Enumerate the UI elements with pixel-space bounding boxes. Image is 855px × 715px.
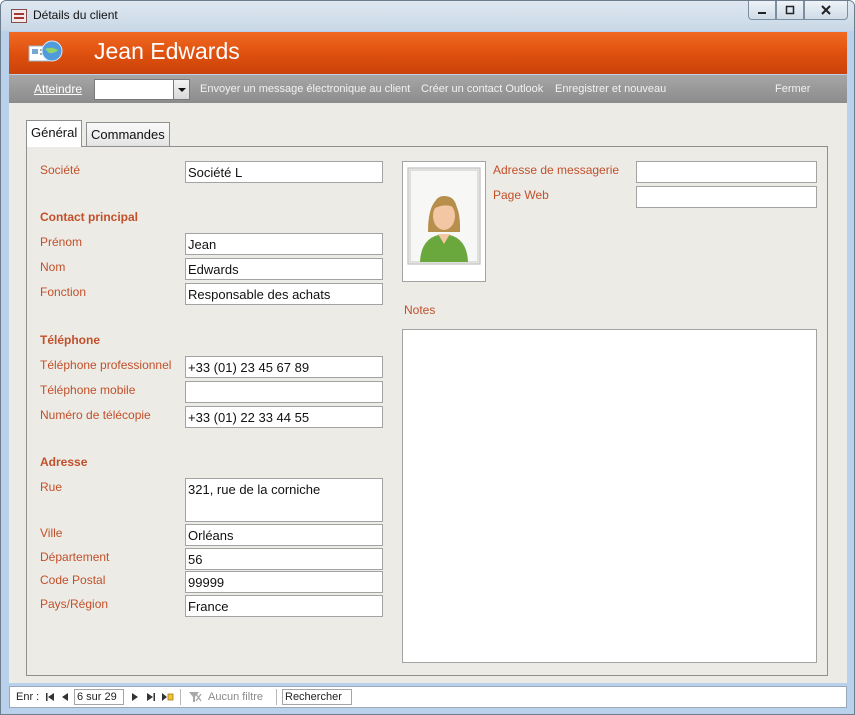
- mobile-phone-field[interactable]: [185, 381, 383, 403]
- create-outlook-contact-link[interactable]: Créer un contact Outlook: [421, 83, 543, 95]
- minimize-icon: [758, 12, 766, 14]
- department-label: Département: [40, 550, 110, 564]
- zip-code-label: Code Postal: [40, 573, 106, 587]
- general-panel: Société Société L Contact principal Prén…: [26, 146, 828, 676]
- tab-general[interactable]: Général: [26, 120, 83, 147]
- work-phone-label: Téléphone professionnel: [40, 358, 172, 372]
- maximize-button[interactable]: [776, 1, 804, 20]
- work-phone-field[interactable]: +33 (01) 23 45 67 89: [185, 356, 383, 378]
- filter-icon: [189, 692, 202, 702]
- customer-details-window: Détails du client Jean Edwards Atteindre: [0, 0, 855, 715]
- customer-name-title: Jean Edwards: [94, 38, 240, 64]
- record-label: Enr :: [16, 691, 40, 703]
- street-field[interactable]: 321, rue de la corniche: [185, 478, 383, 522]
- web-page-label: Page Web: [493, 188, 549, 202]
- phone-section-title: Téléphone: [40, 333, 101, 347]
- last-name-field[interactable]: Edwards: [185, 258, 383, 280]
- mobile-phone-label: Téléphone mobile: [40, 383, 136, 397]
- address-section-title: Adresse: [40, 455, 88, 469]
- first-name-label: Prénom: [40, 235, 83, 249]
- close-button[interactable]: [804, 1, 848, 20]
- city-field[interactable]: Orléans: [185, 524, 383, 546]
- form-toolbar: Atteindre Envoyer un message électroniqu…: [9, 75, 847, 103]
- title-bar: Détails du client: [1, 1, 854, 31]
- search-input[interactable]: Rechercher: [282, 689, 352, 705]
- notes-field[interactable]: [402, 329, 817, 663]
- separator: [180, 689, 181, 705]
- first-record-icon[interactable]: [46, 692, 54, 702]
- job-title-label: Fonction: [40, 285, 87, 299]
- app-form-icon: [11, 9, 27, 23]
- save-and-new-link[interactable]: Enregistrer et nouveau: [555, 83, 666, 95]
- contact-section-title: Contact principal: [40, 210, 139, 224]
- company-label: Société: [40, 163, 81, 177]
- no-filter-button[interactable]: Aucun filtre: [208, 691, 263, 703]
- goto-label: Atteindre: [34, 82, 83, 96]
- person-photo-icon: [407, 167, 481, 265]
- city-label: Ville: [40, 526, 63, 540]
- maximize-icon: [785, 5, 795, 15]
- record-navigation-bar: Enr : 6 sur 29 Aucun filtre Rechercher: [9, 686, 847, 708]
- country-field[interactable]: France: [185, 595, 383, 617]
- department-field[interactable]: 56: [185, 548, 383, 570]
- first-name-field[interactable]: Jean: [185, 233, 383, 255]
- last-name-label: Nom: [40, 260, 66, 274]
- chevron-down-icon[interactable]: [173, 80, 189, 99]
- company-field[interactable]: Société L: [185, 161, 383, 183]
- street-label: Rue: [40, 480, 63, 494]
- window-title: Détails du client: [33, 8, 118, 22]
- fax-field[interactable]: +33 (01) 22 33 44 55: [185, 406, 383, 428]
- job-title-field[interactable]: Responsable des achats: [185, 283, 383, 305]
- email-field[interactable]: [636, 161, 817, 183]
- record-position-field[interactable]: 6 sur 29: [74, 689, 124, 705]
- close-form-link[interactable]: Fermer: [775, 83, 810, 95]
- separator: [276, 689, 277, 705]
- contacts-globe-icon: [28, 40, 63, 62]
- email-label: Adresse de messagerie: [493, 163, 620, 177]
- window-controls: [748, 1, 848, 21]
- notes-label: Notes: [404, 303, 436, 317]
- minimize-button[interactable]: [748, 1, 776, 20]
- country-label: Pays/Région: [40, 597, 109, 611]
- zip-code-field[interactable]: 99999: [185, 571, 383, 593]
- prev-record-icon[interactable]: [62, 692, 68, 702]
- tab-orders[interactable]: Commandes: [86, 122, 170, 146]
- customer-photo[interactable]: [402, 161, 486, 282]
- form-body: Général Commandes Société Société L Cont…: [9, 103, 847, 683]
- goto-combo[interactable]: [94, 79, 190, 100]
- new-record-icon[interactable]: [162, 691, 174, 703]
- window-bottom-border: [1, 708, 854, 714]
- fax-label: Numéro de télécopie: [40, 408, 151, 422]
- web-page-field[interactable]: [636, 186, 817, 208]
- email-customer-link[interactable]: Envoyer un message électronique au clien…: [200, 83, 410, 95]
- form-header: Jean Edwards: [9, 32, 847, 74]
- last-record-icon[interactable]: [147, 692, 155, 702]
- close-icon: [821, 5, 831, 15]
- next-record-icon[interactable]: [132, 692, 138, 702]
